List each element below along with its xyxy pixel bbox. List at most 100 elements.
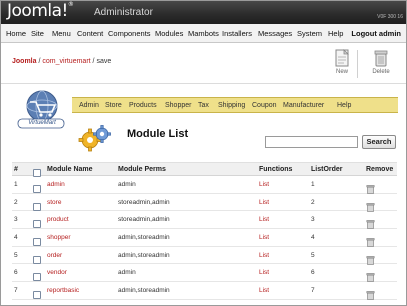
menu-home[interactable]: Home: [6, 29, 26, 38]
module-perms: admin: [118, 181, 136, 188]
list-order: 5: [311, 251, 315, 259]
menu-help[interactable]: Help: [328, 29, 343, 38]
module-name-link[interactable]: vendor: [47, 269, 67, 276]
breadcrumb: Joomla / com_virtuemart / save: [12, 58, 111, 65]
breadcrumb-component[interactable]: com_virtuemart: [42, 58, 90, 65]
header-module-perms: Module Perms: [118, 166, 166, 173]
trash-icon: [366, 290, 375, 300]
table-header: # Module Name Module Perms Functions Lis…: [12, 162, 397, 177]
delete-trash-icon: [371, 48, 391, 68]
vm-nav-tax[interactable]: Tax: [198, 102, 209, 109]
functions-list-link[interactable]: List: [259, 181, 269, 188]
functions-list-link[interactable]: List: [259, 252, 269, 259]
header-list-order: ListOrder: [311, 166, 343, 173]
table-row: 3 product storeadmin,admin List 3: [12, 211, 397, 230]
vm-nav-store[interactable]: Store: [105, 102, 122, 109]
trash-icon: [366, 219, 375, 230]
trash-icon: [366, 184, 375, 194]
row-number: 5: [14, 251, 18, 259]
vm-nav-manufacturer[interactable]: Manufacturer: [283, 102, 324, 109]
menu-mambots[interactable]: Mambots: [188, 29, 219, 38]
menu-modules[interactable]: Modules: [155, 29, 183, 38]
list-order: 4: [311, 234, 315, 242]
path-toolbar: Joomla / com_virtuemart / save New Delet…: [0, 44, 407, 84]
table-row: 2 store storeadmin,admin List 2: [12, 194, 397, 212]
list-order: 1: [311, 181, 315, 188]
table-row: 1 admin admin List 1: [12, 176, 397, 194]
module-perms: admin: [118, 269, 136, 277]
list-order: 3: [311, 216, 315, 224]
administrator-label: Administrator: [94, 7, 153, 18]
search-button[interactable]: Search: [362, 135, 396, 149]
trash-icon: [366, 255, 375, 265]
breadcrumb-site[interactable]: Joomla: [12, 58, 37, 65]
functions-list-link[interactable]: List: [259, 216, 269, 223]
header-number: #: [14, 166, 18, 173]
list-order: 6: [311, 269, 315, 277]
header-module-name: Module Name: [47, 166, 93, 173]
row-number: 4: [14, 234, 18, 242]
checkbox-box: [33, 238, 41, 247]
gears-icon: [78, 124, 112, 152]
trash-icon: [366, 272, 375, 283]
row-number: 3: [14, 216, 18, 224]
vm-nav-coupon[interactable]: Coupon: [252, 102, 277, 109]
module-perms: admin,storeadmin: [118, 287, 170, 295]
vm-nav-help[interactable]: Help: [337, 102, 351, 109]
menu-system[interactable]: System: [297, 29, 322, 38]
toolbar-divider: [357, 50, 358, 78]
vm-nav-admin[interactable]: Admin: [79, 102, 99, 109]
menu-messages[interactable]: Messages: [258, 29, 292, 38]
module-name-link[interactable]: order: [47, 252, 62, 259]
menu-menu[interactable]: Menu: [52, 29, 71, 38]
menu-site[interactable]: Site: [31, 29, 44, 38]
module-name-link[interactable]: admin: [47, 181, 65, 188]
menu-content[interactable]: Content: [77, 29, 103, 38]
module-perms: admin,storeadmin: [118, 251, 170, 259]
menu-installers[interactable]: Installers: [222, 29, 252, 38]
joomla-logo: Joomla!®: [7, 1, 74, 21]
checkbox-box: [33, 255, 41, 264]
header-functions: Functions: [259, 166, 293, 173]
checkbox-box: [33, 220, 41, 229]
menu-components[interactable]: Components: [108, 29, 151, 38]
list-order: 2: [311, 198, 315, 206]
module-perms: admin,storeadmin: [118, 234, 170, 242]
vm-nav-products[interactable]: Products: [129, 102, 157, 109]
delete-button[interactable]: Delete: [367, 48, 395, 80]
main-menu: Home Site Menu Content Components Module…: [0, 24, 407, 43]
table-row: 4 shopper admin,storeadmin List 4: [12, 229, 397, 247]
module-name-link[interactable]: store: [47, 199, 61, 206]
functions-list-link[interactable]: List: [259, 199, 269, 206]
trash-icon: [366, 202, 375, 212]
functions-list-link[interactable]: List: [259, 287, 269, 294]
module-name-link[interactable]: product: [47, 216, 69, 223]
list-order: 7: [311, 287, 315, 295]
vm-nav-shopper[interactable]: Shopper: [165, 102, 191, 109]
virtuemart-logo-text: VirtueMart: [28, 120, 56, 126]
checkbox-box: [33, 273, 41, 282]
table-row: 7 reportbasic admin,storeadmin List 7: [12, 282, 397, 300]
row-number: 1: [14, 181, 18, 188]
new-button[interactable]: New: [328, 48, 356, 80]
module-perms: storeadmin,admin: [118, 216, 170, 224]
version-label: V0F 300 16: [377, 14, 403, 20]
vm-nav-shipping[interactable]: Shipping: [218, 102, 245, 109]
breadcrumb-task: save: [96, 58, 112, 65]
module-perms: storeadmin,admin: [118, 198, 170, 206]
row-number: 6: [14, 269, 18, 277]
page-title: Module List: [127, 128, 189, 140]
table-row: 5 order admin,storeadmin List 5: [12, 247, 397, 265]
functions-list-link[interactable]: List: [259, 234, 269, 241]
logout-link[interactable]: Logout admin: [351, 29, 401, 38]
checkbox-box: [33, 291, 41, 300]
checkbox-box: [33, 185, 41, 193]
search-input[interactable]: [265, 136, 358, 148]
new-button-label: New: [335, 69, 348, 75]
trash-icon: [366, 237, 375, 247]
functions-list-link[interactable]: List: [259, 269, 269, 276]
delete-button-label: Delete: [372, 69, 390, 75]
module-name-link[interactable]: shopper: [47, 234, 71, 241]
module-table: # Module Name Module Perms Functions Lis…: [12, 162, 397, 300]
module-name-link[interactable]: reportbasic: [47, 287, 79, 294]
